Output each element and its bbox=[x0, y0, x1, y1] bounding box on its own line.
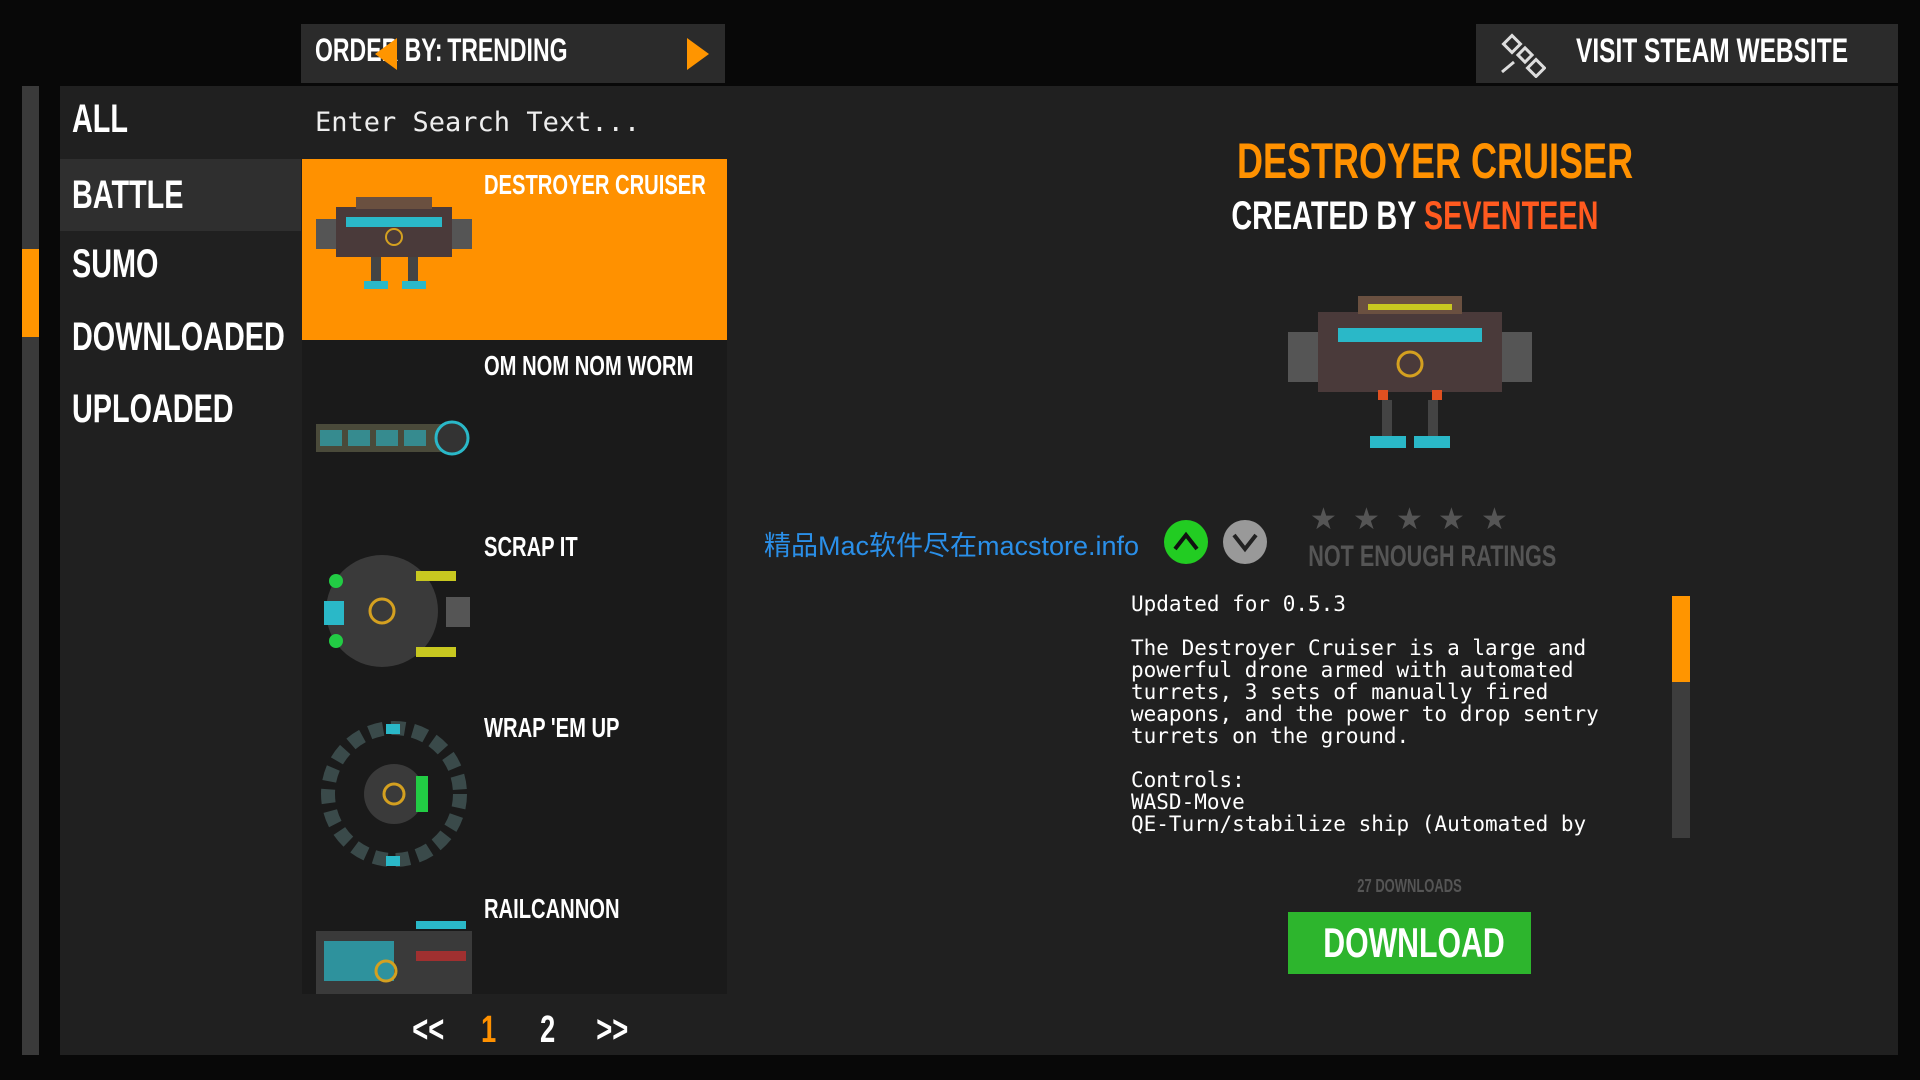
ship-thumbnail bbox=[324, 555, 470, 667]
prev-order-arrow-icon[interactable] bbox=[375, 38, 399, 70]
description-line bbox=[1131, 615, 1599, 637]
description-line: Controls: bbox=[1131, 768, 1245, 792]
created-by-line: CREATED BY SEVENTEEN bbox=[1160, 194, 1660, 239]
download-count: 27 DOWNLOADS bbox=[1357, 876, 1463, 896]
order-by-bar: ORDER BY: TRENDING bbox=[301, 24, 725, 83]
ship-thumbnail bbox=[316, 420, 470, 456]
category-scrollbar[interactable] bbox=[22, 86, 39, 1055]
description-line: QE-Turn/stabilize ship (Automated by bbox=[1131, 812, 1587, 836]
category-label: BATTLE bbox=[72, 173, 184, 217]
download-label: DOWNLOAD bbox=[1323, 919, 1505, 966]
description-line: weapons, and the power to drop sentry bbox=[1131, 702, 1599, 726]
ship-thumbnail bbox=[321, 721, 467, 867]
visit-steam-button[interactable]: VISIT STEAM WEBSITE bbox=[1476, 24, 1898, 83]
description-line: The Destroyer Cruiser is a large and bbox=[1131, 636, 1587, 660]
list-item[interactable]: WRAP 'EM UP bbox=[302, 702, 727, 883]
list-item[interactable]: RAILCANNON bbox=[302, 883, 727, 994]
upvote-icon[interactable] bbox=[1163, 519, 1209, 565]
detail-title-wrap: DESTROYER CRUISER bbox=[1160, 132, 1660, 190]
star-icon[interactable]: ★ bbox=[1353, 502, 1380, 537]
description-line: powerful drone armed with automated bbox=[1131, 658, 1574, 682]
description: Updated for 0.5.3 The Destroyer Cruiser … bbox=[1131, 593, 1599, 839]
star-icon[interactable]: ★ bbox=[1396, 502, 1423, 537]
category-label: ALL bbox=[72, 97, 128, 141]
category-uploaded[interactable]: UPLOADED bbox=[60, 373, 301, 445]
list-item[interactable]: DESTROYER CRUISER bbox=[302, 159, 727, 340]
category-sumo[interactable]: SUMO bbox=[60, 228, 301, 300]
author-link[interactable]: SEVENTEEN bbox=[1424, 194, 1598, 238]
category-scrollbar-thumb[interactable] bbox=[22, 249, 39, 337]
watermark-text: 精品Mac软件尽在macstore.info bbox=[764, 531, 1140, 561]
description-line: Updated for 0.5.3 bbox=[1131, 593, 1346, 616]
first-page-button[interactable]: << bbox=[412, 1005, 444, 1055]
description-line: turrets, 3 sets of manually fired bbox=[1131, 680, 1549, 704]
category-all[interactable]: ALL bbox=[60, 83, 301, 155]
satellite-icon bbox=[1501, 33, 1546, 78]
item-name: WRAP 'EM UP bbox=[484, 712, 620, 743]
steam-button-label: VISIT STEAM WEBSITE bbox=[1576, 32, 1849, 70]
item-name: DESTROYER CRUISER bbox=[484, 169, 706, 200]
download-button[interactable]: DOWNLOAD bbox=[1288, 912, 1531, 974]
page-1-button[interactable]: 1 bbox=[481, 1005, 496, 1055]
description-line bbox=[1131, 747, 1599, 769]
downloads-wrap: 27 DOWNLOADS bbox=[1260, 876, 1560, 897]
ship-thumbnail bbox=[316, 197, 472, 289]
search-input[interactable]: Enter Search Text... bbox=[301, 98, 727, 148]
list-item[interactable]: SCRAP IT bbox=[302, 521, 727, 702]
star-icon[interactable]: ★ bbox=[1481, 502, 1508, 537]
category-battle[interactable]: BATTLE bbox=[60, 159, 301, 231]
last-page-button[interactable]: >> bbox=[596, 1005, 628, 1055]
description-line: WASD-Move bbox=[1131, 790, 1245, 814]
description-scrollbar-thumb[interactable] bbox=[1672, 596, 1690, 682]
rating-wrap: NOT ENOUGH RATINGS bbox=[1260, 540, 1560, 574]
detail-title: DESTROYER CRUISER bbox=[1237, 133, 1634, 189]
category-label: UPLOADED bbox=[72, 387, 234, 431]
category-downloaded[interactable]: DOWNLOADED bbox=[60, 301, 301, 373]
list-item[interactable]: OM NOM NOM WORM bbox=[302, 340, 727, 521]
order-by-value: TRENDING bbox=[447, 32, 568, 68]
star-icon[interactable]: ★ bbox=[1310, 502, 1337, 537]
item-name: SCRAP IT bbox=[484, 531, 578, 562]
page-2-button[interactable]: 2 bbox=[540, 1005, 555, 1055]
item-name: RAILCANNON bbox=[484, 893, 620, 924]
next-order-arrow-icon[interactable] bbox=[685, 38, 709, 70]
category-label: SUMO bbox=[72, 242, 159, 286]
rating-text: NOT ENOUGH RATINGS bbox=[1308, 540, 1557, 573]
item-name: OM NOM NOM WORM bbox=[484, 350, 694, 381]
category-label: DOWNLOADED bbox=[72, 315, 285, 359]
ship-thumbnail bbox=[316, 921, 472, 994]
star-icon[interactable]: ★ bbox=[1438, 502, 1465, 537]
created-by-label: CREATED BY bbox=[1231, 194, 1416, 238]
ship-preview bbox=[1288, 296, 1532, 448]
description-line: turrets on the ground. bbox=[1131, 724, 1410, 748]
